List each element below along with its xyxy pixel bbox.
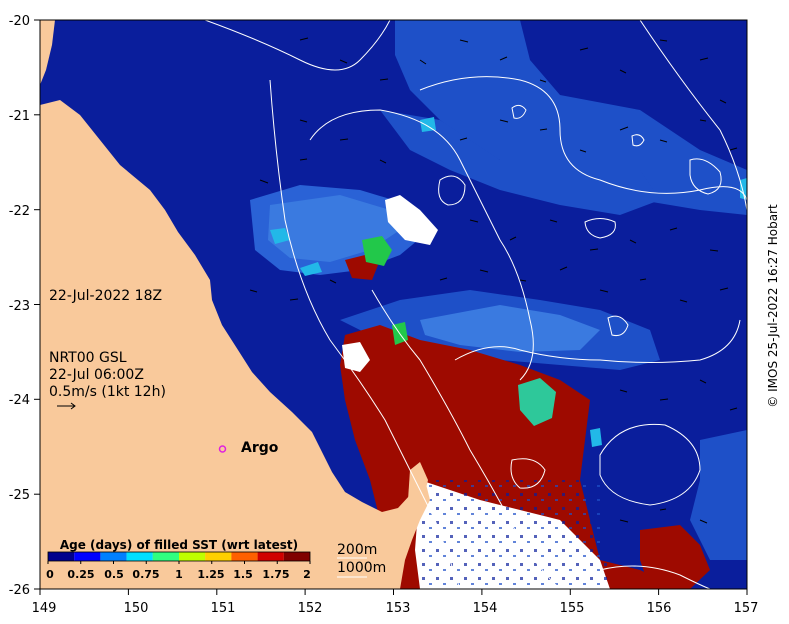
datetime-label: 22-Jul-2022 18Z <box>49 288 163 304</box>
x-tick-label: 156 <box>647 601 672 616</box>
y-tick-label: -22 <box>9 204 30 219</box>
model-label: NRT00 GSL <box>49 350 127 366</box>
y-tick-label: -25 <box>9 488 30 503</box>
x-tick-label: 149 <box>32 601 57 616</box>
colorbar-tick-label: 1.25 <box>197 568 224 581</box>
colorbar-tick-label: 0.75 <box>132 568 159 581</box>
speckle-overlay <box>420 480 610 589</box>
colorbar-tick-label: 2 <box>303 568 311 581</box>
x-tick-label: 152 <box>298 601 323 616</box>
x-tick-labels: 149 150 151 152 153 154 155 156 157 <box>32 601 759 616</box>
model-time-label: 22-Jul 06:00Z <box>49 367 144 383</box>
colorbar-tick-label: 0.25 <box>67 568 94 581</box>
y-tick-label: -24 <box>9 393 30 408</box>
vector-scale-label: 0.5m/s (1kt 12h) <box>49 384 166 400</box>
colorbar-tick-label: 1 <box>175 568 183 581</box>
y-tick-label: -26 <box>9 583 30 598</box>
colorbar-title: Age (days) of filled SST (wrt latest) <box>59 538 299 552</box>
colorbar-tick-label: 1.75 <box>262 568 289 581</box>
colorbar-tick-label: 0.5 <box>104 568 124 581</box>
y-tick-label: -20 <box>9 14 30 29</box>
sst-map: 149 150 151 152 153 154 155 156 157 -20 … <box>9 14 759 616</box>
isobath-200-label: 200m <box>337 542 378 558</box>
x-tick-label: 153 <box>386 601 411 616</box>
isobath-1000-label: 1000m <box>337 560 387 576</box>
y-tick-label: -23 <box>9 299 30 314</box>
x-tick-label: 157 <box>734 601 759 616</box>
colorbar-tick-label: 0 <box>46 568 54 581</box>
x-tick-label: 150 <box>124 601 149 616</box>
colorbar-tick-label: 1.5 <box>233 568 253 581</box>
x-tick-label: 151 <box>211 601 236 616</box>
y-tick-label: -21 <box>9 109 30 124</box>
credit-label: © IMOS 25-Jul-2022 16:27 Hobart <box>766 204 780 408</box>
y-tick-labels: -20 -21 -22 -23 -24 -25 -26 <box>9 14 30 598</box>
x-tick-label: 155 <box>560 601 585 616</box>
argo-label: Argo <box>241 440 279 456</box>
x-tick-label: 154 <box>473 601 498 616</box>
